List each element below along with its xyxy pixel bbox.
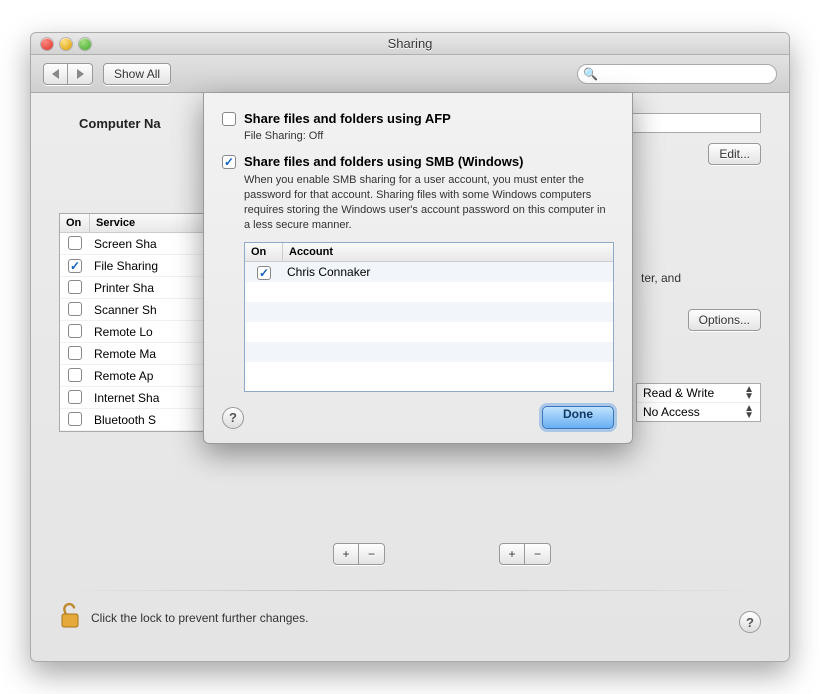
options-sheet: Share files and folders using AFP File S…	[203, 93, 633, 444]
lock-row: Click the lock to prevent further change…	[59, 602, 308, 633]
stepper-icon[interactable]: ▲▼	[744, 405, 754, 419]
service-checkbox[interactable]	[68, 259, 82, 273]
smb-label: Share files and folders using SMB (Windo…	[244, 154, 523, 169]
search-icon: 🔍	[583, 67, 598, 81]
divider	[59, 590, 761, 591]
window-title: Sharing	[31, 36, 789, 51]
permission-row[interactable]: No Access ▲▼	[637, 403, 760, 421]
service-checkbox[interactable]	[68, 412, 82, 426]
edit-button[interactable]: Edit...	[708, 143, 761, 165]
account-row	[245, 342, 613, 362]
search-field-wrap: 🔍	[577, 64, 777, 84]
account-checkbox[interactable]	[257, 266, 271, 280]
add-shared-folder-button[interactable]: +	[333, 543, 359, 565]
titlebar: Sharing	[31, 33, 789, 55]
afp-checkbox[interactable]	[222, 112, 236, 126]
service-checkbox[interactable]	[68, 368, 82, 382]
chevron-left-icon	[52, 69, 59, 79]
stepper-icon[interactable]: ▲▼	[744, 386, 754, 400]
service-checkbox[interactable]	[68, 324, 82, 338]
service-checkbox[interactable]	[68, 236, 82, 250]
search-input[interactable]	[577, 64, 777, 84]
services-header-on: On	[60, 214, 90, 232]
service-checkbox[interactable]	[68, 390, 82, 404]
partial-description-text: ter, and	[641, 271, 761, 285]
permission-row[interactable]: Read & Write ▲▼	[637, 384, 760, 403]
unlocked-lock-icon[interactable]	[59, 602, 81, 633]
shared-folders-add-remove: + −	[333, 543, 385, 565]
help-button[interactable]: ?	[739, 611, 761, 633]
options-button[interactable]: Options...	[688, 309, 761, 331]
remove-user-button[interactable]: −	[525, 543, 551, 565]
account-row[interactable]: Chris Connaker	[245, 262, 613, 282]
computer-name-label: Computer Na	[79, 116, 161, 131]
accounts-header-on: On	[245, 243, 283, 261]
users-add-remove: + −	[499, 543, 551, 565]
service-checkbox[interactable]	[68, 280, 82, 294]
service-checkbox[interactable]	[68, 346, 82, 360]
account-row	[245, 322, 613, 342]
remove-shared-folder-button[interactable]: −	[359, 543, 385, 565]
afp-status: File Sharing: Off	[244, 130, 614, 142]
sheet-help-button[interactable]: ?	[222, 407, 244, 429]
nav-segment	[43, 63, 93, 85]
account-row	[245, 302, 613, 322]
toolbar: Show All 🔍	[31, 55, 789, 93]
done-button[interactable]: Done	[542, 406, 614, 429]
add-user-button[interactable]: +	[499, 543, 525, 565]
account-row	[245, 282, 613, 302]
forward-button[interactable]	[68, 63, 93, 85]
accounts-table: On Account Chris Connaker	[244, 242, 614, 392]
sharing-preferences-window: Sharing Show All 🔍 Computer Na Edit... t…	[30, 32, 790, 662]
afp-label: Share files and folders using AFP	[244, 111, 451, 126]
service-checkbox[interactable]	[68, 302, 82, 316]
back-button[interactable]	[43, 63, 68, 85]
lock-text: Click the lock to prevent further change…	[91, 611, 308, 625]
accounts-header-account: Account	[283, 243, 613, 261]
smb-checkbox[interactable]	[222, 155, 236, 169]
account-row	[245, 362, 613, 382]
smb-description: When you enable SMB sharing for a user a…	[244, 173, 614, 232]
chevron-right-icon	[77, 69, 84, 79]
show-all-button[interactable]: Show All	[103, 63, 171, 85]
permissions-list: Read & Write ▲▼ No Access ▲▼	[636, 383, 761, 422]
